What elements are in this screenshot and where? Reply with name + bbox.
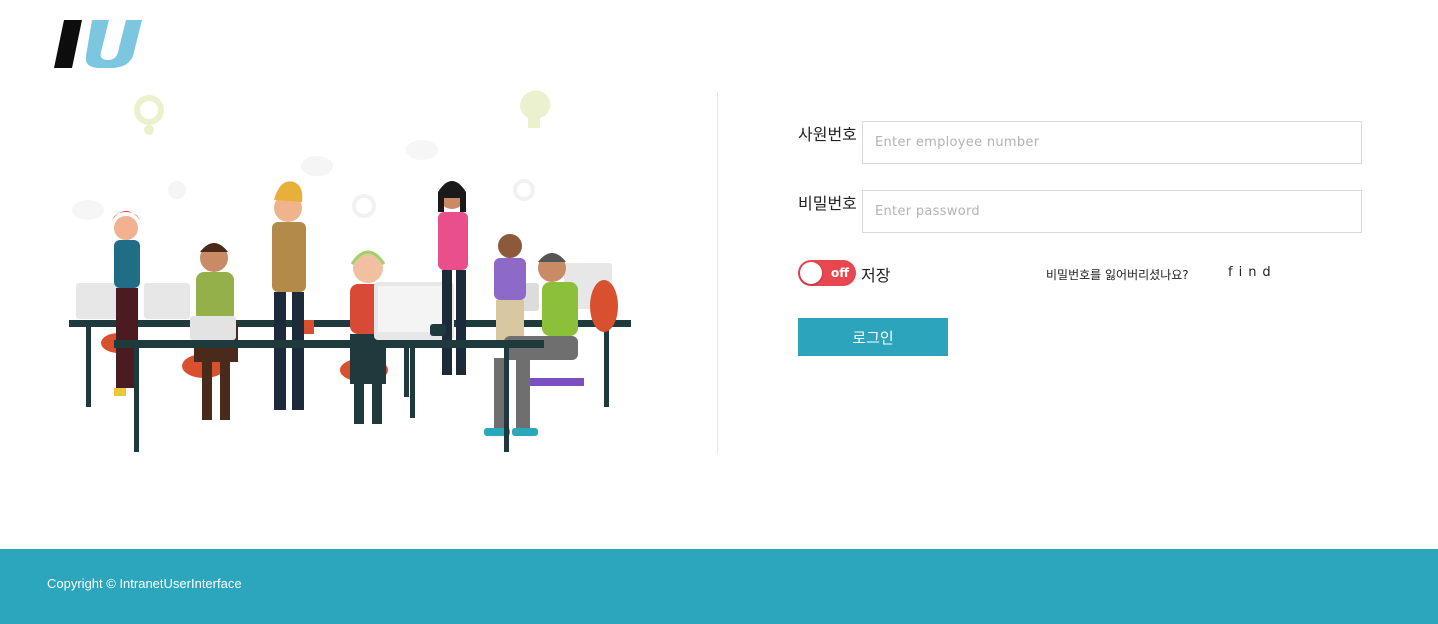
footer: Copyright © IntranetUserInterface bbox=[0, 549, 1438, 624]
toggle-state-text: off bbox=[831, 266, 849, 280]
save-label: 저장 bbox=[861, 266, 891, 285]
vertical-divider bbox=[717, 92, 718, 454]
forgot-password-text: 비밀번호를 잃어버리셨나요? bbox=[1046, 268, 1189, 282]
employee-number-label: 사원번호 bbox=[798, 125, 857, 144]
password-row: 비밀번호 bbox=[798, 190, 1362, 233]
copyright-text: Copyright © IntranetUserInterface bbox=[47, 576, 242, 591]
save-toggle[interactable]: off bbox=[798, 260, 856, 286]
employee-number-input[interactable] bbox=[862, 121, 1362, 164]
team-illustration bbox=[69, 90, 631, 452]
password-label: 비밀번호 bbox=[798, 194, 857, 213]
find-password-link[interactable]: find bbox=[1228, 265, 1277, 280]
iu-logo bbox=[54, 20, 142, 68]
employee-row: 사원번호 bbox=[798, 121, 1362, 164]
password-input[interactable] bbox=[862, 190, 1362, 233]
login-button[interactable]: 로그인 bbox=[798, 318, 948, 356]
toggle-knob bbox=[800, 262, 822, 284]
login-page: 사원번호 비밀번호 off 저장 비밀번호를 잃어버리셨나요? find 로그인… bbox=[0, 0, 1438, 624]
